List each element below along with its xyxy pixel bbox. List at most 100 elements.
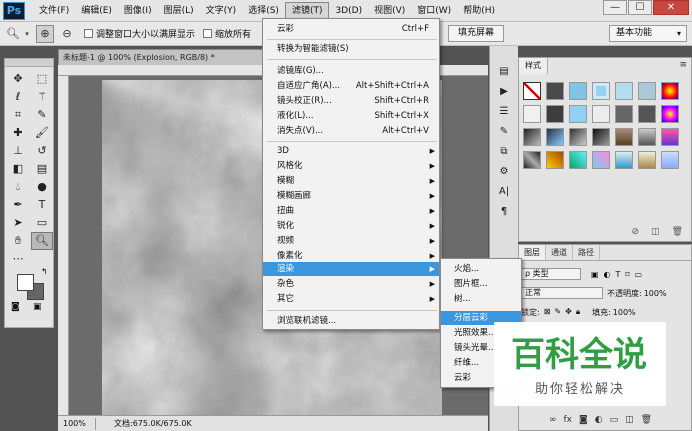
type-tool-icon[interactable]: T xyxy=(31,196,53,214)
filter-icons[interactable]: ▣◐T⌑▭ xyxy=(591,270,647,279)
zoom-out-icon[interactable]: ⊖ xyxy=(58,25,76,43)
fill-screen-button[interactable]: 填充屏幕 xyxy=(448,25,504,42)
trash-icon[interactable]: 🗑︎ xyxy=(672,227,683,237)
fx-icon[interactable]: fx xyxy=(564,415,573,425)
menu-item-filter-gallery[interactable]: 滤镜库(G)... xyxy=(263,64,439,78)
menu-item-sharpen[interactable]: 锐化 ▶ xyxy=(263,219,439,233)
tab-paths[interactable]: 路径 xyxy=(573,245,600,260)
menu-item-blur-gallery[interactable]: 模糊画廊 ▶ xyxy=(263,189,439,203)
magic-wand-icon[interactable]: ⚚ xyxy=(31,88,53,106)
history-icon[interactable]: ▤ xyxy=(494,64,514,80)
more-tools-icon[interactable]: ⋯ xyxy=(7,250,29,268)
style-swatch[interactable] xyxy=(592,128,610,146)
menu-item-noise[interactable]: 杂色 ▶ xyxy=(263,277,439,291)
menu-help[interactable]: 帮助(H) xyxy=(457,2,501,20)
menu-item-last-filter[interactable]: 云彩 Ctrl+F xyxy=(263,22,439,36)
history-brush-icon[interactable]: ↺ xyxy=(31,142,53,160)
minimize-button[interactable]: — xyxy=(603,0,627,15)
submenu-item-picture-frame[interactable]: 图片框... xyxy=(441,277,521,291)
menu-layer[interactable]: 图层(L) xyxy=(158,2,200,20)
healing-brush-icon[interactable]: ✚ xyxy=(7,124,29,142)
blend-mode-select[interactable]: 正常 xyxy=(521,287,603,299)
new-layer-icon[interactable]: ◫ xyxy=(625,415,634,425)
menu-item-distort[interactable]: 扭曲 ▶ xyxy=(263,204,439,218)
menu-item-other[interactable]: 其它 ▶ xyxy=(263,292,439,306)
menu-3d[interactable]: 3D(D) xyxy=(329,2,368,20)
zoom-tool-icon[interactable]: 🔍︎ xyxy=(31,232,53,250)
tab-layers[interactable]: 图层 xyxy=(519,245,546,260)
style-swatch[interactable] xyxy=(638,151,656,169)
zoom-in-icon[interactable]: ⊕ xyxy=(36,24,54,43)
brush-tool-icon[interactable]: 🖌︎ xyxy=(31,124,53,142)
styles-tab[interactable]: 样式 xyxy=(519,58,548,74)
move-tool-icon[interactable]: ✥ xyxy=(7,70,29,88)
properties-icon[interactable]: ☰ xyxy=(494,104,514,120)
hand-tool-icon[interactable]: ✋︎ xyxy=(7,232,29,250)
style-swatch[interactable] xyxy=(569,128,587,146)
character-icon[interactable]: A| xyxy=(494,184,514,200)
resize-windows-checkbox[interactable] xyxy=(84,29,93,38)
submenu-item-flame[interactable]: 火焰... xyxy=(441,262,521,276)
menu-item-smart-filter[interactable]: 转换为智能滤镜(S) xyxy=(263,42,439,56)
menu-select[interactable]: 选择(S) xyxy=(242,2,285,20)
path-select-icon[interactable]: ➤ xyxy=(7,214,29,232)
shape-tool-icon[interactable]: ▭ xyxy=(31,214,53,232)
adjustment-icon[interactable]: ◐ xyxy=(595,415,603,425)
menu-item-vanishing-point[interactable]: 消失点(V)... Alt+Ctrl+V xyxy=(263,124,439,138)
style-swatch[interactable] xyxy=(569,82,587,100)
style-swatch[interactable] xyxy=(615,151,633,169)
style-swatch[interactable] xyxy=(569,105,587,123)
eraser-tool-icon[interactable]: ◧ xyxy=(7,160,29,178)
menu-view[interactable]: 视图(V) xyxy=(368,2,411,20)
folder-icon[interactable]: ▭ xyxy=(610,415,619,425)
style-swatch[interactable] xyxy=(523,105,541,123)
menu-item-3d[interactable]: 3D ▶ xyxy=(263,144,439,158)
style-swatch[interactable] xyxy=(569,151,587,169)
menu-item-blur[interactable]: 模糊 ▶ xyxy=(263,174,439,188)
style-swatch[interactable] xyxy=(523,128,541,146)
menu-item-video[interactable]: 视频 ▶ xyxy=(263,234,439,248)
panel-menu-icon[interactable]: ≡ xyxy=(679,60,687,70)
style-swatch[interactable] xyxy=(546,82,564,100)
style-swatch[interactable] xyxy=(661,82,679,100)
trash-icon[interactable]: 🗑︎ xyxy=(641,415,652,425)
menu-image[interactable]: 图像(I) xyxy=(118,2,158,20)
pen-tool-icon[interactable]: ✒ xyxy=(7,196,29,214)
dodge-tool-icon[interactable]: ● xyxy=(31,178,53,196)
mask-icon[interactable]: ◙ xyxy=(579,415,588,425)
style-swatch[interactable] xyxy=(523,151,541,169)
chevron-down-icon[interactable]: ▾ xyxy=(22,25,32,43)
style-swatch[interactable] xyxy=(592,82,610,100)
menu-item-adaptive-wide-angle[interactable]: 自适应广角(A)... Alt+Shift+Ctrl+A xyxy=(263,79,439,93)
menu-item-render[interactable]: 渲染 ▶ xyxy=(263,262,439,276)
marquee-tool-icon[interactable]: ⬚ xyxy=(31,70,53,88)
style-swatch[interactable] xyxy=(638,82,656,100)
menu-filter[interactable]: 滤镜(T) xyxy=(284,1,330,20)
style-swatch[interactable] xyxy=(638,128,656,146)
style-swatch[interactable] xyxy=(638,105,656,123)
style-none[interactable] xyxy=(523,82,541,100)
style-swatch[interactable] xyxy=(592,105,610,123)
style-swatch[interactable] xyxy=(546,105,564,123)
actions-icon[interactable]: ▶ xyxy=(494,84,514,100)
brush-panel-icon[interactable]: ✎ xyxy=(494,124,514,140)
style-swatch[interactable] xyxy=(615,82,633,100)
close-button[interactable]: ✕ xyxy=(653,0,689,15)
new-style-icon[interactable]: ◫ xyxy=(651,227,660,237)
crop-tool-icon[interactable]: ⌗ xyxy=(7,106,29,124)
menu-edit[interactable]: 编辑(E) xyxy=(75,2,118,20)
menu-window[interactable]: 窗口(W) xyxy=(411,2,457,20)
blur-tool-icon[interactable]: 💧︎ xyxy=(7,178,29,196)
style-swatch[interactable] xyxy=(546,128,564,146)
restore-button[interactable]: ☐ xyxy=(628,0,652,15)
zoom-level[interactable]: 100% xyxy=(60,417,96,430)
fill-value[interactable]: 100% xyxy=(613,308,636,317)
document-tab[interactable]: 未标题-1 @ 100% (Explosion, RGB/8) * xyxy=(58,49,263,65)
clone-source-icon[interactable]: ⧉ xyxy=(494,144,514,160)
zoom-tool-preset-icon[interactable]: 🔍︎ xyxy=(4,25,22,43)
paragraph-icon[interactable]: ¶ xyxy=(494,204,514,220)
menu-item-browse-online[interactable]: 浏览联机滤镜... xyxy=(263,314,439,328)
menu-type[interactable]: 文字(Y) xyxy=(200,2,243,20)
link-icon[interactable]: ∞ xyxy=(549,415,557,425)
style-swatch[interactable] xyxy=(661,105,679,123)
